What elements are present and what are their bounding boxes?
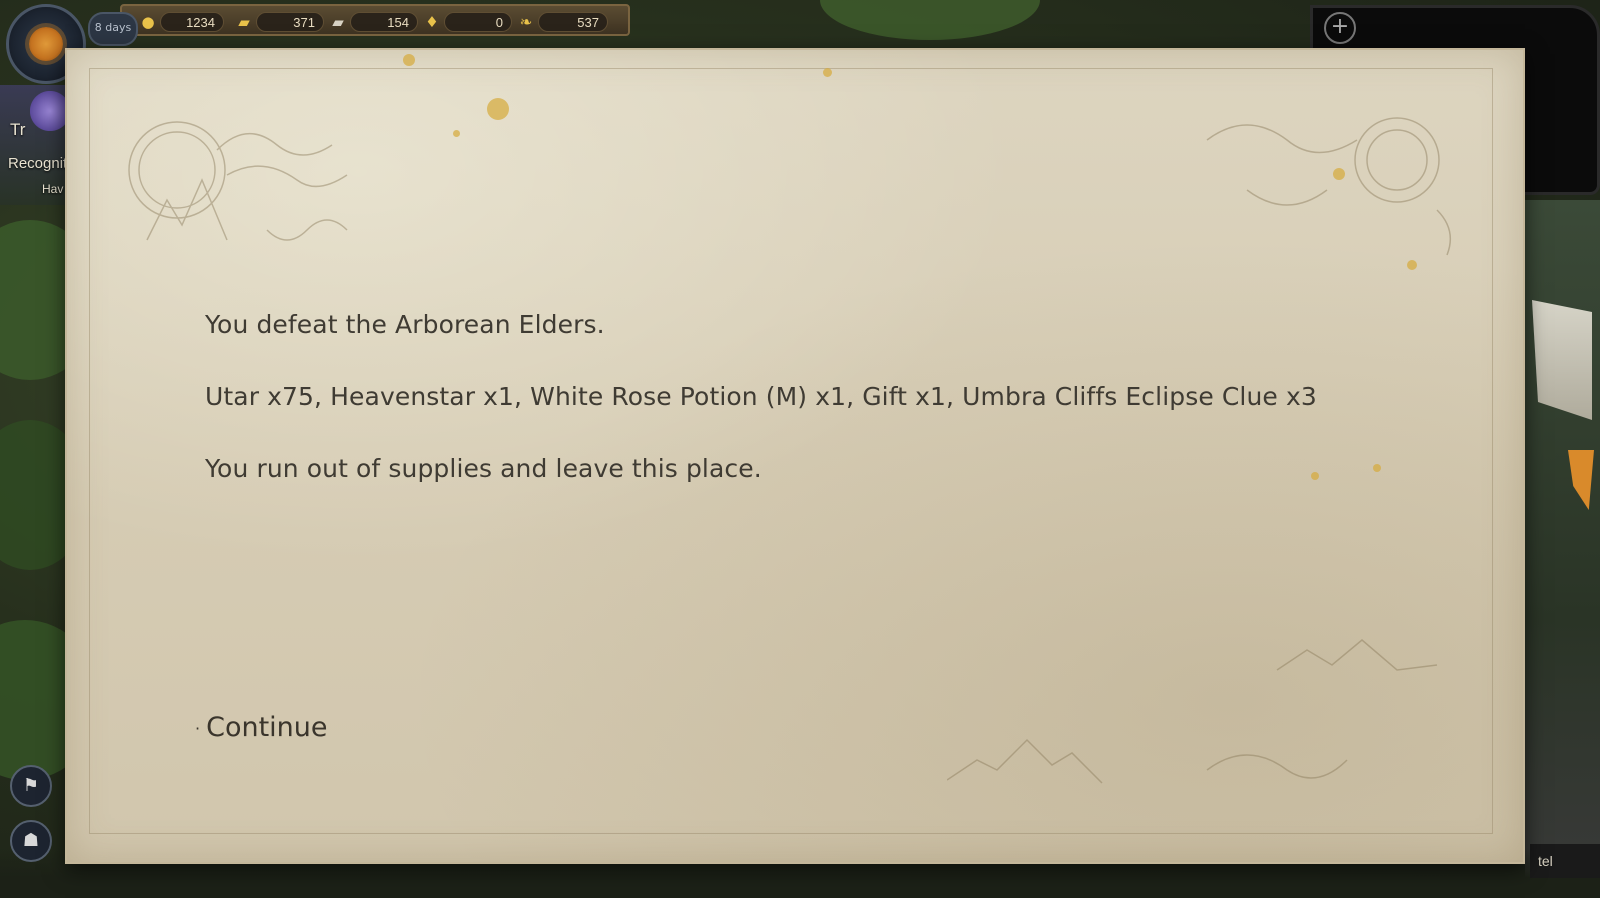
dialog-line-rewards: Utar x75, Heavenstar x1, White Rose Poti… xyxy=(205,382,1317,411)
bullet-icon: · xyxy=(195,719,201,738)
mountain-ornament-icon xyxy=(947,639,1438,784)
resource-strip: ● 1234 ▰ 371 ▰ 154 ♦ 0 ❧ 537 xyxy=(120,4,630,36)
day-counter: 8 days xyxy=(88,12,138,46)
character-icon: ☗ xyxy=(22,830,40,851)
gold-fleck xyxy=(1407,260,1417,270)
resource-value: 537 xyxy=(538,12,608,32)
resource-value: 154 xyxy=(350,12,418,32)
gold-fleck xyxy=(453,130,460,137)
banner-decoration xyxy=(1532,300,1592,420)
event-dialog: You defeat the Arborean Elders. Utar x75… xyxy=(65,48,1525,864)
gold-fleck xyxy=(1333,168,1345,180)
character-button[interactable]: ☗ xyxy=(10,820,52,862)
gold-coin-icon: ● xyxy=(141,13,155,31)
quest-tracker-detail: Hav xyxy=(42,182,64,196)
resource-value: 371 xyxy=(256,12,324,32)
moon-ornament-icon xyxy=(128,121,348,241)
resource-bar: 8 days ● 1234 ▰ 371 ▰ 154 ♦ 0 ❧ 537 xyxy=(0,0,630,84)
gold-fleck xyxy=(487,98,509,120)
gold-fleck xyxy=(403,54,415,66)
gold-fleck xyxy=(1373,464,1381,472)
sun-ornament-icon xyxy=(1206,117,1452,256)
quest-tracker-subtitle: Recogniti xyxy=(8,155,71,172)
gold-fleck xyxy=(823,68,832,77)
dialog-line-1: You defeat the Arborean Elders. xyxy=(205,310,605,339)
dialog-line-3: You run out of supplies and leave this p… xyxy=(205,454,762,483)
crystal-icon xyxy=(30,91,70,131)
zoom-plus-icon[interactable]: + xyxy=(1324,12,1356,44)
sun-icon xyxy=(29,27,63,61)
resource-value: 1234 xyxy=(160,12,224,32)
tree-canopy xyxy=(820,0,1040,40)
silver-ingot-icon: ▰ xyxy=(332,13,344,31)
crystal-drop-icon: ♦ xyxy=(425,13,439,31)
gold-fleck xyxy=(1311,472,1319,480)
banner-icon: ⚑ xyxy=(22,775,40,796)
continue-option[interactable]: · Continue xyxy=(195,712,328,743)
resource-value: 0 xyxy=(444,12,512,32)
horn-icon: ❧ xyxy=(519,13,533,31)
gold-bars-icon: ▰ xyxy=(238,13,250,31)
hotel-button[interactable]: tel xyxy=(1530,844,1600,878)
quest-tracker-title: Tr xyxy=(10,120,26,139)
continue-label: Continue xyxy=(206,712,328,743)
banner-button[interactable]: ⚑ xyxy=(10,765,52,807)
